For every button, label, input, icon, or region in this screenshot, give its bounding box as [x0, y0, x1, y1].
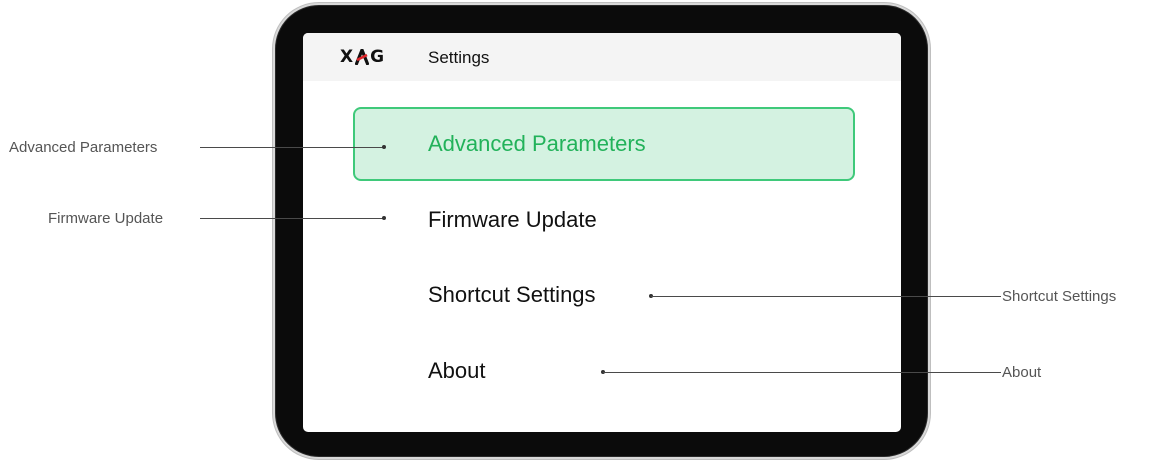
callout-label-firmware-update: Firmware Update [48, 210, 164, 227]
callout-dot-firmware-update [382, 216, 386, 220]
logo-a-mark-icon [355, 49, 370, 65]
callout-line-shortcut-settings [651, 296, 1001, 297]
logo-letter-x: X [340, 47, 355, 67]
callout-line-firmware-update [200, 218, 384, 219]
menu-item-advanced-parameters[interactable]: Advanced Parameters [353, 107, 855, 181]
xag-logo: X G [340, 47, 385, 67]
callout-dot-advanced-parameters [382, 145, 386, 149]
callout-label-about: About [1002, 364, 1042, 381]
menu-item-firmware-update[interactable]: Firmware Update [353, 183, 855, 257]
callout-line-advanced-parameters [200, 147, 384, 148]
logo-letter-g: G [370, 47, 386, 67]
callout-line-about [603, 372, 1001, 373]
menu-item-label: Firmware Update [428, 207, 597, 232]
page-title: Settings [428, 48, 490, 67]
menu-item-label: Advanced Parameters [428, 131, 646, 156]
menu-item-label: About [428, 358, 486, 383]
menu-item-shortcut-settings[interactable]: Shortcut Settings [353, 258, 855, 332]
callout-label-advanced-parameters: Advanced Parameters [9, 139, 158, 156]
callout-label-shortcut-settings: Shortcut Settings [1002, 288, 1117, 305]
top-bar: X G Settings [303, 33, 901, 81]
menu-item-label: Shortcut Settings [428, 282, 596, 307]
